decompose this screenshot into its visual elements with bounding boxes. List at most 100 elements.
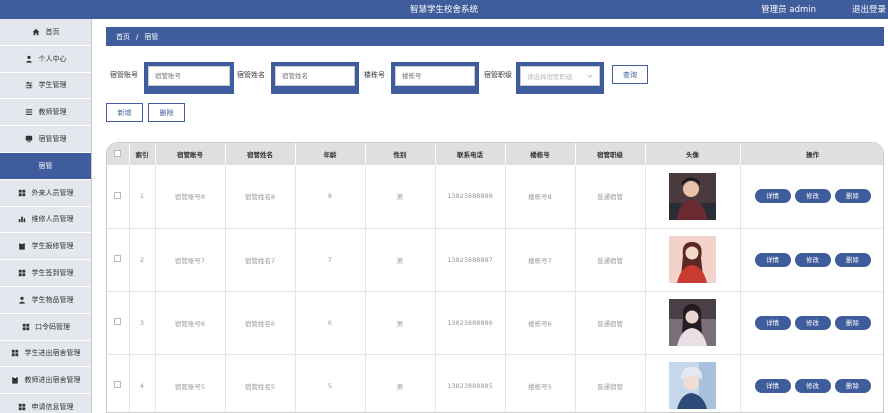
add-button[interactable]: 新增 [106,103,143,122]
chevron-down-icon [587,74,593,78]
edit-button[interactable]: 修改 [794,252,831,267]
sidebar-item-label: 维修人员管理 [31,215,74,224]
table-row: 3 宿管账号6 宿管姓名6 6 男 13823888886 楼栋号6 普通宿管 详情 修改 删除 [107,291,883,355]
breadcrumb-separator: / [136,32,139,41]
select-all-cell[interactable] [107,143,130,165]
cell-gender: 男 [365,291,436,355]
row-select-cell[interactable] [107,354,130,412]
grid-icon [18,188,27,197]
grid-icon [18,269,27,278]
row-checkbox[interactable] [114,318,122,325]
avatar [669,172,716,220]
delete-button[interactable]: 删除 [834,189,871,204]
sidebar-item-label: 宿管 [38,161,53,170]
user-icon [18,295,27,304]
clipboard-icon [18,242,27,251]
sidebar: 首页个人中心学生管理教师管理宿管管理宿管外来人员管理 维修人员管理学生报修管理 学生… [0,19,92,413]
row-select-cell[interactable] [107,165,130,229]
cell-actions: 详情 修改 删除 [740,354,883,412]
cell-level: 普通宿管 [575,354,646,412]
logout-link[interactable]: 退出登录 [852,3,886,15]
building-box [391,62,479,94]
sidebar-item[interactable]: 维修人员管理 [0,206,91,234]
delete-button[interactable]: 删除 [834,315,871,330]
cell-name: 宿管姓名5 [225,354,296,412]
row-checkbox[interactable] [114,255,122,262]
cell-age: 7 [295,228,366,292]
breadcrumb-home[interactable]: 首页 [116,32,130,42]
sidebar-item-label: 外来人员管理 [31,188,74,197]
sidebar-item-label: 个人中心 [38,54,67,63]
building-label: 楼栋号 [364,71,385,79]
column-header: 操作 [740,143,883,165]
sidebar-item[interactable]: 宿管管理 [0,126,91,153]
column-header: 楼栋号 [505,143,576,165]
sidebar-item[interactable]: 申请信息管理 [0,394,91,413]
detail-button[interactable]: 详情 [754,378,791,393]
clipboard-icon [11,376,20,385]
cell-account: 宿管账号7 [155,228,226,292]
sidebar-item[interactable]: 学生签到管理 [0,260,91,287]
sidebar-item[interactable]: 外来人员管理 [0,179,91,207]
cell-level: 普通宿管 [575,165,646,229]
name-label: 宿管姓名 [237,71,265,79]
edit-button[interactable]: 修改 [794,315,831,330]
column-header: 宿管账号 [155,143,226,165]
row-checkbox[interactable] [114,381,122,388]
cell-name: 宿管姓名8 [225,165,296,229]
column-header: 头像 [645,143,741,165]
detail-button[interactable]: 详情 [754,189,791,204]
cell-phone: 13823888886 [435,291,506,355]
account-input[interactable] [148,66,230,86]
detail-button[interactable]: 详情 [754,315,791,330]
sidebar-item[interactable]: 学生管理 [0,72,91,100]
top-bar: 智慧学生校舍系统 管理员 admin 退出登录 [0,0,888,19]
detail-button[interactable]: 详情 [754,252,791,267]
user-icon [25,54,34,63]
delete-button[interactable]: 删除 [834,252,871,267]
cell-building: 楼栋号6 [505,291,576,355]
sidebar-item[interactable]: 教师管理 [0,99,91,127]
cell-avatar [645,165,741,229]
sliders-icon [25,81,34,90]
query-button[interactable]: 查询 [612,65,648,84]
name-input[interactable] [275,66,355,86]
sidebar-item[interactable]: 学生报修管理 [0,233,91,261]
row-checkbox[interactable] [114,191,122,199]
sidebar-item-label: 申请信息管理 [31,403,74,412]
level-label: 宿管职级 [484,71,512,79]
edit-button[interactable]: 修改 [794,189,831,204]
batch-delete-button[interactable]: 删除 [148,103,185,122]
cell-age: 8 [295,165,366,229]
cell-phone: 13823888887 [435,228,506,292]
app-title: 智慧学生校舍系统 [409,5,478,15]
building-input[interactable] [395,66,475,86]
sidebar-item[interactable]: 学生物品管理 [0,286,91,314]
sidebar-item-label: 学生管理 [38,81,67,90]
column-header: 年龄 [295,143,366,165]
grid-icon [11,349,20,358]
cell-building: 楼栋号8 [505,165,576,229]
row-select-cell[interactable] [107,291,130,355]
cell-index: 4 [129,354,156,412]
table-body: 1 宿管账号8 宿管姓名8 8 男 13823888888 楼栋号8 普通宿管 详情 修改 删除 2 宿… [107,165,883,412]
table-row: 4 宿管账号5 宿管姓名5 5 男 13823888885 楼栋号5 普通宿管 详情 修改 删除 [107,354,883,412]
sidebar-item[interactable]: 个人中心 [0,45,91,73]
row-select-cell[interactable] [107,228,130,292]
sidebar-item[interactable]: 口令码管理 [0,313,91,341]
select-all-checkbox[interactable] [114,149,122,157]
cell-index: 3 [129,291,156,355]
sidebar-item[interactable]: 学生进出宿舍管理 [0,340,91,368]
sidebar-item-label: 教师管理 [38,108,67,117]
sidebar-item[interactable]: 首页 [0,19,91,46]
sidebar-item[interactable]: 宿管 [0,152,91,180]
edit-button[interactable]: 修改 [794,378,831,393]
cell-actions: 详情 修改 删除 [740,228,883,292]
cell-avatar [645,354,741,412]
table-row: 1 宿管账号8 宿管姓名8 8 男 13823888888 楼栋号8 普通宿管 详情 修改 删除 [107,165,883,229]
cell-age: 5 [295,354,366,412]
sidebar-item[interactable]: 教师进出宿舍管理 [0,367,91,395]
level-select[interactable]: 请选择宿管职级 [520,66,600,86]
cell-level: 普通宿管 [575,291,646,355]
delete-button[interactable]: 删除 [834,378,871,393]
